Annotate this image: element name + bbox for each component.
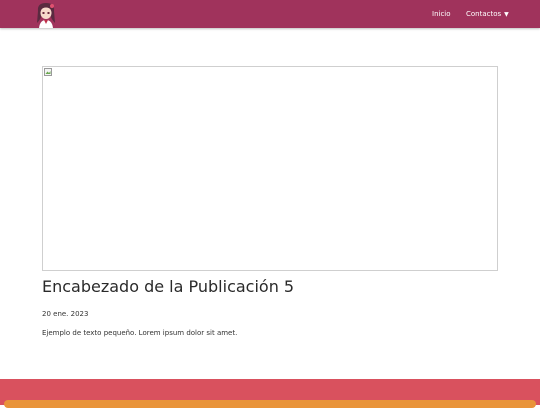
- post-excerpt: Ejemplo de texto pequeño. Lorem ipsum do…: [42, 329, 238, 337]
- post-date: 20 ene. 2023: [42, 310, 89, 318]
- nav-link-contactos-label: Contactos: [466, 10, 502, 18]
- post-image: [42, 66, 498, 271]
- footer-accent-bar: [4, 400, 536, 408]
- nav-dropdown-contactos[interactable]: Contactos ▼: [466, 9, 509, 20]
- broken-image-icon: [44, 68, 52, 76]
- site-logo-icon[interactable]: [34, 1, 58, 28]
- caret-down-icon: ▼: [504, 11, 509, 18]
- nav-link-inicio[interactable]: Inicio: [432, 9, 451, 19]
- footer: [0, 379, 540, 408]
- post-title[interactable]: Encabezado de la Publicación 5: [42, 276, 294, 298]
- top-navbar: Inicio Contactos ▼: [0, 0, 540, 28]
